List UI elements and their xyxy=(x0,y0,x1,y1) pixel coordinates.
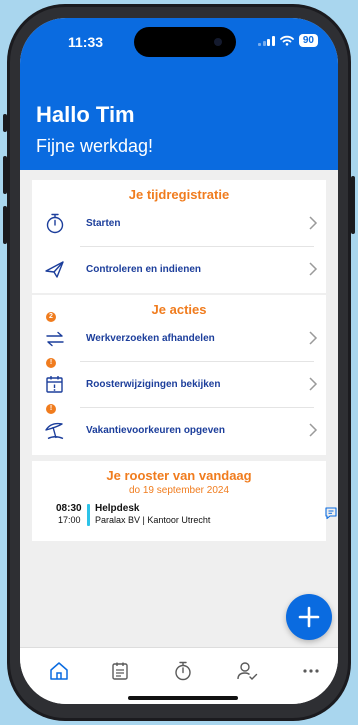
phone-power-button xyxy=(351,176,355,234)
swap-arrows-icon xyxy=(46,331,64,347)
stopwatch-icon[interactable] xyxy=(172,660,194,682)
schedule-icon[interactable] xyxy=(109,660,131,682)
comment-icon[interactable] xyxy=(324,506,338,520)
home-indicator xyxy=(128,696,238,700)
phone-volume-up-button xyxy=(3,156,7,194)
phone-volume-down-button xyxy=(3,206,7,244)
notification-badge: 2 xyxy=(46,312,56,322)
actions-card: Je acties 2 Werkverzoeken afhandelen ! R… xyxy=(32,295,326,455)
home-icon[interactable] xyxy=(48,660,70,682)
roster-changes-item[interactable]: ! Roosterwijzigingen bekijken xyxy=(32,358,326,407)
appointment-row[interactable]: 08:30 17:00 Helpdesk Paralax BV | Kantoo… xyxy=(56,503,337,527)
chevron-right-icon xyxy=(309,377,318,391)
review-submit-item[interactable]: Controleren en indienen xyxy=(32,246,326,292)
app-header: 11:33 90 Hallo Tim Fijne werkdag! xyxy=(20,18,338,170)
stopwatch-icon xyxy=(46,213,64,234)
appointment-color-bar xyxy=(87,504,90,526)
signal-icon xyxy=(258,35,275,46)
beach-umbrella-icon xyxy=(45,422,64,440)
chevron-right-icon xyxy=(309,262,318,276)
phone-action-button xyxy=(3,114,7,132)
plus-icon xyxy=(298,606,320,628)
status-time: 11:33 xyxy=(68,34,104,50)
chevron-right-icon xyxy=(309,216,318,230)
time-registration-card: Je tijdregistratie Starten Controleren e… xyxy=(32,180,326,293)
send-icon xyxy=(45,261,64,278)
wifi-icon xyxy=(279,35,294,46)
user-check-icon[interactable] xyxy=(236,660,258,682)
calendar-alert-icon xyxy=(46,376,63,393)
more-icon[interactable] xyxy=(300,660,322,682)
greeting-subtitle: Fijne werkdag! xyxy=(36,136,154,156)
chevron-right-icon xyxy=(309,423,318,437)
item-label: Roosterwijzigingen bekijken xyxy=(86,378,221,390)
roster-card: Je rooster van vandaag do 19 september 2… xyxy=(32,461,337,541)
status-icons: 90 xyxy=(258,34,318,47)
chevron-right-icon xyxy=(309,331,318,345)
card-title: Je rooster van vandaag xyxy=(106,468,252,483)
add-button[interactable] xyxy=(286,594,332,640)
appointment-title: Helpdesk xyxy=(95,503,140,514)
greeting-title: Hallo Tim xyxy=(36,102,135,127)
card-title: Je tijdregistratie xyxy=(128,187,230,202)
appointment-end-time: 17:00 xyxy=(58,515,81,525)
item-label: Controleren en indienen xyxy=(86,263,202,275)
appointment-start-time: 08:30 xyxy=(56,503,82,514)
notification-badge: ! xyxy=(46,358,56,368)
battery-indicator: 90 xyxy=(298,34,318,47)
camera-icon xyxy=(214,38,222,46)
work-requests-item[interactable]: 2 Werkverzoeken afhandelen xyxy=(32,312,326,361)
dynamic-island xyxy=(134,27,236,57)
card-title: Je acties xyxy=(151,302,207,317)
appointment-location: Paralax BV | Kantoor Utrecht xyxy=(95,515,211,525)
item-label: Vakantievoorkeuren opgeven xyxy=(86,424,225,436)
start-time-registration-item[interactable]: Starten xyxy=(32,200,326,246)
item-label: Starten xyxy=(86,217,121,229)
roster-date: do 19 september 2024 xyxy=(128,485,230,496)
vacation-preferences-item[interactable]: ! Vakantievoorkeuren opgeven xyxy=(32,404,326,453)
notification-badge: ! xyxy=(46,404,56,414)
app-screen: 11:33 90 Hallo Tim Fijne werkdag! Je tij… xyxy=(20,18,338,704)
item-label: Werkverzoeken afhandelen xyxy=(86,332,215,344)
